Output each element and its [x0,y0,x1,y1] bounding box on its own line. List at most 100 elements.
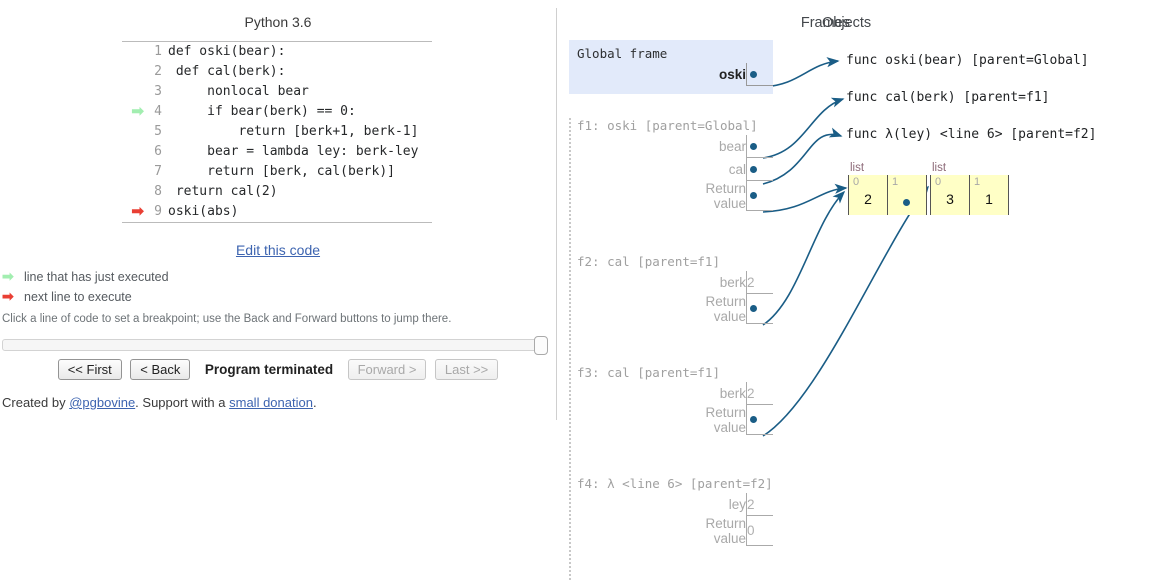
frame-variables-table: berk 2 Return value [569,382,773,435]
list-cell-value: 2 [864,191,872,207]
variable-row: Return value 0 [569,515,773,546]
variable-value: 2 [746,271,773,294]
execution-slider[interactable] [2,336,548,355]
variable-name: Return value [705,180,746,211]
list-index-label: 1 [892,176,899,188]
heap-func-lambda: func λ(ley) <line 6> [parent=f2] [846,127,1097,142]
variable-name: oski [718,66,746,82]
code-line-text: def cal(berk): [168,64,286,79]
line-marker-empty [122,42,146,62]
frame-variables-table: ley 2 Return value 0 [569,493,773,546]
code-line-text: if bear(berk) == 0: [168,104,356,119]
code-line-row[interactable]: ➡ 4 if bear(berk) == 0: [122,102,418,122]
credits-prefix: Created by [2,395,70,410]
variable-value [746,180,773,211]
credits-line: Created by @pgbovine. Support with a sma… [2,395,317,410]
variable-name: cal [728,161,746,177]
code-line-row[interactable]: 3 nonlocal bear [122,82,418,102]
code-line-row[interactable]: ➡ 9 oski(abs) [122,202,418,222]
heap-func-oski: func oski(bear) [parent=Global] [846,53,1089,68]
next-line-arrow-icon: ➡ [131,203,144,220]
frame-title: f2: cal [parent=f1] [577,254,720,269]
variable-name: berk [719,274,746,290]
pointer-dot-icon [750,142,757,150]
variable-row: Return value [569,180,773,211]
edit-this-code-link[interactable]: Edit this code [0,242,556,258]
list-index-label: 0 [935,176,942,188]
variable-name: Return value [705,515,746,546]
slider-handle[interactable] [534,336,548,355]
code-line-text: def oski(bear): [168,44,286,59]
line-number: 6 [154,144,162,159]
pane-splitter[interactable] [556,8,557,420]
list-cell-value: 1 [985,191,993,207]
code-display[interactable]: 1 def oski(bear): 2 def cal(berk): 3 nonloc… [122,41,432,223]
slider-track[interactable] [2,339,546,351]
list-index-label: 1 [974,176,981,188]
variable-value [746,157,773,181]
visualization-pane: Frames Objects Global frame oski f1: osk… [560,0,1168,580]
line-number: 2 [154,64,162,79]
code-line-row[interactable]: 6 bear = lambda ley: berk-ley [122,142,418,162]
variable-value: 2 [746,382,773,405]
execution-status-text: Program terminated [204,362,334,377]
author-link[interactable]: @pgbovine [69,395,135,410]
frame-title: f1: oski [parent=Global] [577,118,758,133]
stack-frame-f3: f3: cal [parent=f1] berk 2 Return value [569,365,773,435]
line-marker-empty [122,62,146,82]
line-marker-empty [122,122,146,142]
python-tutor-app: Python 3.6 1 def oski(bear): 2 def cal(ber… [0,0,1168,580]
object-type-label: list [932,162,947,174]
pointer-dot-icon [750,70,757,78]
line-marker-empty [122,142,146,162]
credits-suffix: . [312,395,317,410]
objects-header-label: Objects [822,15,872,31]
python-version-label: Python 3.6 [244,14,312,30]
code-lines-table: 1 def oski(bear): 2 def cal(berk): 3 nonloc… [122,42,418,222]
last-button[interactable]: Last >> [434,359,499,380]
line-number: 4 [154,104,162,119]
variable-value: 0 [746,515,773,546]
heap-list-inner: list 0 3 1 1 [930,162,1009,215]
variable-name: Return value [705,293,746,324]
code-line-row[interactable]: 8 return cal(2) [122,182,418,202]
stack-frame-global: Global frame oski [569,40,773,94]
edit-this-code-label[interactable]: Edit this code [236,242,320,258]
credits-middle: . Support with a [135,395,230,410]
pointer-dot-icon [903,199,910,206]
donation-link[interactable]: small donation [229,395,313,410]
line-number: 3 [154,84,162,99]
code-line-row[interactable]: 1 def oski(bear): [122,42,418,62]
variable-value [746,293,773,324]
code-line-text: nonlocal bear [168,84,309,99]
line-number: 7 [154,164,162,179]
pointer-dot-icon [750,305,757,312]
legend-next-line-label: next line to execute [24,290,132,304]
variable-row: bear [569,135,773,158]
frame-title: Global frame [577,46,668,61]
red-arrow-icon: ➡ [2,288,14,304]
stack-frame-f4: f4: λ <line 6> [parent=f2] ley 2 Return valu… [569,476,773,546]
variable-value [746,404,773,435]
frame-variables-table: berk 2 Return value [569,271,773,324]
back-button[interactable]: < Back [130,359,191,380]
code-line-row[interactable]: 5 return [berk+1, berk-1] [122,122,418,142]
line-marker-empty [122,162,146,182]
pointer-dot-icon [750,416,757,423]
variable-value [746,135,773,158]
variable-row: oski [569,63,773,86]
frame-variables-table: oski [569,63,773,86]
code-line-text: return cal(2) [168,184,278,199]
line-number: 8 [154,184,162,199]
code-line-row[interactable]: 7 return [berk, cal(berk)] [122,162,418,182]
line-marker-empty [122,182,146,202]
frame-title: f4: λ <line 6> [parent=f2] [577,476,773,491]
legend-just-executed: ➡ line that has just executed [2,266,169,286]
green-arrow-icon: ➡ [2,268,14,284]
list-cell-value: 3 [946,191,954,207]
first-button[interactable]: << First [57,359,122,380]
variable-name: berk [719,385,746,401]
line-number: 5 [154,124,162,139]
forward-button[interactable]: Forward > [347,359,427,380]
code-line-row[interactable]: 2 def cal(berk): [122,62,418,82]
